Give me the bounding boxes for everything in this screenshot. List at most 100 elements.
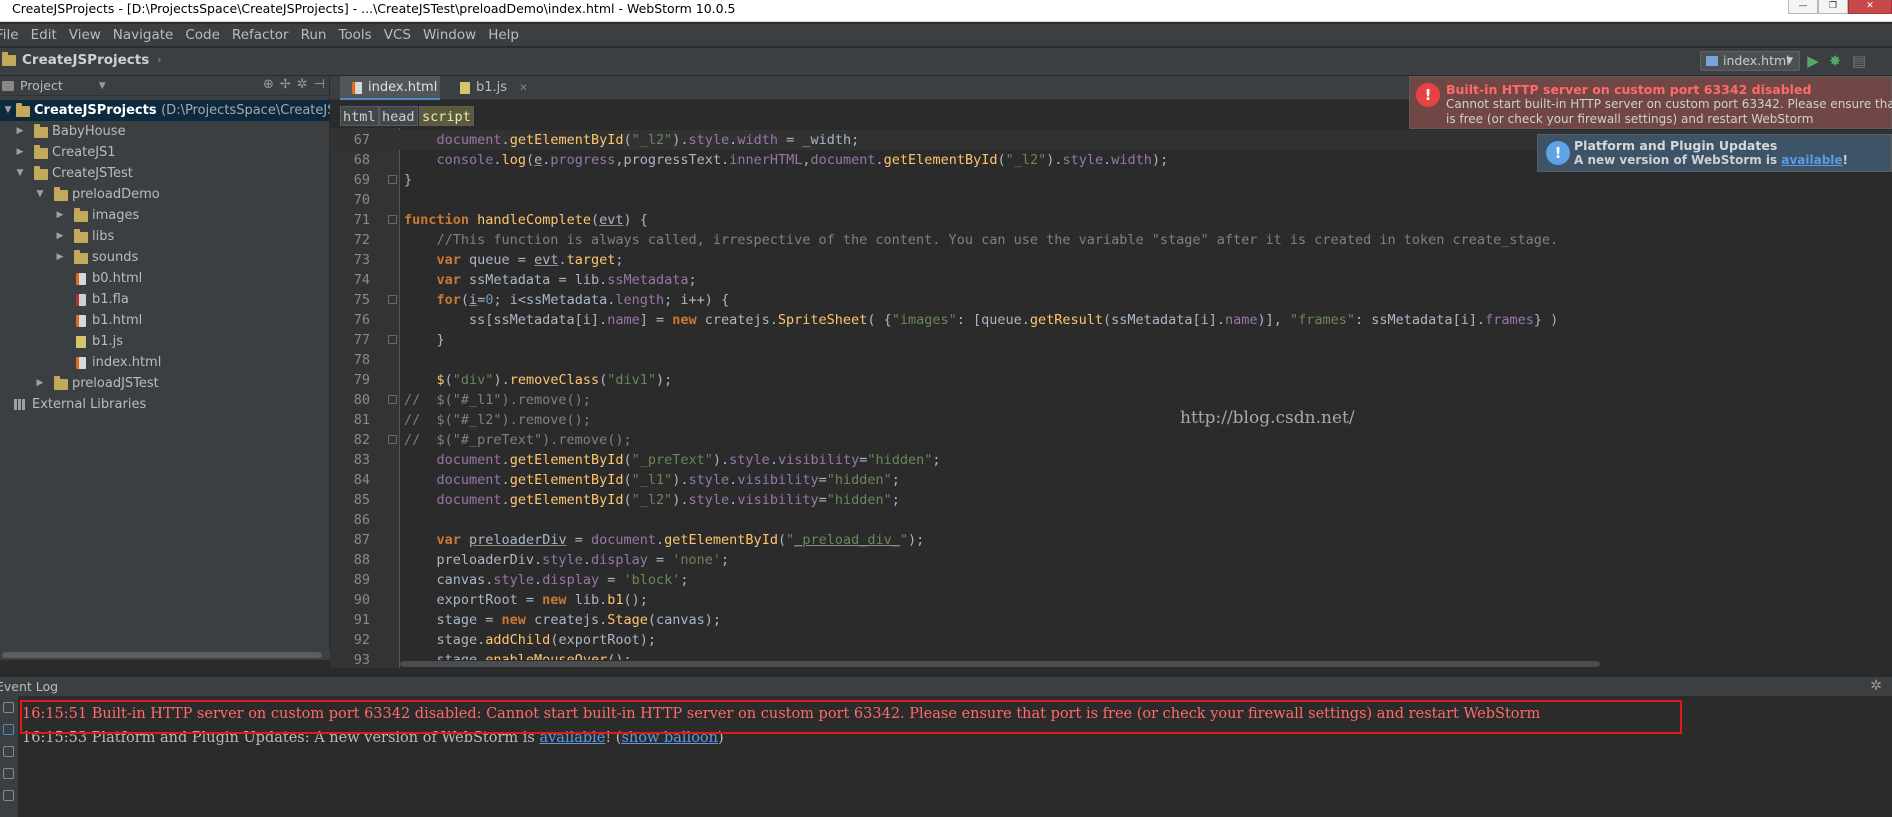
run-configuration-select[interactable]: index.html ▼	[1700, 51, 1800, 71]
tree-item-label: sounds	[92, 250, 139, 265]
tab-index-html[interactable]: index.html ✕	[340, 76, 440, 118]
collapsed-arrow-icon[interactable]: ▶	[54, 205, 66, 226]
project-horizontal-scrollbar[interactable]	[0, 650, 330, 660]
available-link[interactable]: available	[1781, 153, 1842, 167]
expanded-arrow-icon[interactable]: ▼	[14, 163, 26, 184]
breadcrumb-html[interactable]: html	[340, 106, 379, 126]
minimize-button[interactable]: —	[1788, 0, 1818, 14]
info-icon: !	[1546, 141, 1570, 165]
code-line: 84 document.getElementById("_l1").style.…	[330, 470, 1892, 490]
tree-item-label: b1.html	[92, 313, 143, 328]
project-view-icon	[2, 80, 14, 91]
project-view-select[interactable]: Project	[20, 78, 63, 93]
folder-icon	[34, 145, 48, 159]
collapsed-arrow-icon[interactable]: ▶	[14, 142, 26, 163]
menu-code[interactable]: Code	[179, 24, 226, 46]
tree-item-label: b1.fla	[92, 292, 129, 307]
clear-all-icon[interactable]	[3, 768, 14, 779]
menu-view[interactable]: View	[63, 24, 107, 46]
coverage-icon[interactable]: ▤	[1850, 52, 1868, 70]
tree-item-label: CreateJS1	[52, 145, 116, 160]
menu-vcs[interactable]: VCS	[378, 24, 417, 46]
fold-marker[interactable]	[388, 395, 397, 404]
run-icon[interactable]: ▶	[1804, 52, 1822, 70]
event-log-title[interactable]: Event Log	[0, 679, 58, 694]
tree-item-images[interactable]: ▶ images	[0, 205, 330, 226]
tree-item-external-libraries[interactable]: External Libraries	[0, 394, 330, 415]
tree-item-sounds[interactable]: ▶ sounds	[0, 247, 330, 268]
expanded-arrow-icon[interactable]: ▼	[34, 184, 46, 205]
line-number: 78	[353, 352, 370, 368]
tree-item-preloaddemo[interactable]: ▼ preloadDemo	[0, 184, 330, 205]
menu-window[interactable]: Window	[417, 24, 482, 46]
close-icon[interactable]: ✕	[519, 83, 527, 94]
tree-item-preloadjstest[interactable]: ▶ preloadJSTest	[0, 373, 330, 394]
code-editor[interactable]: 67 document.getElementById("_l2").style.…	[330, 128, 1892, 668]
notification-text: !	[1842, 153, 1849, 167]
expanded-arrow-icon[interactable]: ▼	[2, 100, 14, 121]
fold-marker[interactable]	[388, 215, 397, 224]
line-number: 69	[353, 172, 370, 188]
collapsed-arrow-icon[interactable]: ▶	[54, 226, 66, 247]
tree-item-b1-html[interactable]: b1.html	[0, 310, 330, 331]
pin-icon[interactable]	[3, 790, 14, 801]
line-number: 88	[353, 552, 370, 568]
folder-icon	[74, 250, 88, 264]
collapsed-arrow-icon[interactable]: ▶	[54, 247, 66, 268]
menu-refactor[interactable]: Refactor	[226, 24, 295, 46]
notification-text: A new version of WebStorm is	[1574, 153, 1782, 167]
menu-bar: File Edit View Navigate Code Refactor Ru…	[0, 24, 1892, 46]
tree-item-index-html[interactable]: index.html	[0, 352, 330, 373]
nav-breadcrumb[interactable]: CreateJSProjects ›	[2, 51, 161, 68]
js-file-icon	[460, 82, 470, 94]
fold-marker[interactable]	[388, 335, 397, 344]
tree-item-root[interactable]: ▼ CreateJSProjects (D:\ProjectsSpace\Cre…	[0, 100, 392, 121]
menu-help[interactable]: Help	[482, 24, 525, 46]
mark-read-icon[interactable]	[3, 724, 14, 735]
tree-item-createjstest[interactable]: ▼ CreateJSTest	[0, 163, 330, 184]
debug-icon[interactable]: ✸	[1826, 52, 1844, 70]
tree-item-label: b0.html	[92, 271, 143, 286]
menu-edit[interactable]: Edit	[25, 24, 63, 46]
error-notification-balloon[interactable]: ! Built-in HTTP server on custom port 63…	[1409, 76, 1892, 129]
menu-navigate[interactable]: Navigate	[107, 24, 180, 46]
fold-marker[interactable]	[388, 435, 397, 444]
code-line: 85 document.getElementById("_l2").style.…	[330, 490, 1892, 510]
line-number: 83	[353, 452, 370, 468]
collapsed-arrow-icon[interactable]: ▶	[14, 121, 26, 142]
breadcrumb-head[interactable]: head	[379, 106, 418, 126]
breadcrumb-script[interactable]: script	[419, 106, 474, 126]
soft-wrap-icon[interactable]	[3, 702, 14, 713]
tab-b1-js[interactable]: b1.js ✕	[448, 76, 528, 100]
tree-item-b0-html[interactable]: b0.html	[0, 268, 330, 289]
collapsed-arrow-icon[interactable]: ▶	[34, 373, 46, 394]
nav-crumb-label: CreateJSProjects	[22, 52, 150, 68]
fold-marker[interactable]	[388, 175, 397, 184]
gear-icon[interactable]: ✲	[297, 77, 308, 92]
tree-item-b1-fla[interactable]: b1.fla	[0, 289, 330, 310]
tree-item-label: preloadJSTest	[72, 376, 159, 391]
fold-marker[interactable]	[388, 295, 397, 304]
scroll-from-source-icon[interactable]: ⊕	[263, 77, 274, 92]
project-panel-toolbar: ⊕ ✢ ✲ ⊣	[263, 77, 325, 92]
tree-item-libs[interactable]: ▶ libs	[0, 226, 330, 247]
tree-item-createjs1[interactable]: ▶ CreateJS1	[0, 142, 330, 163]
gear-icon[interactable]: ✲	[1870, 678, 1882, 694]
tree-item-label: CreateJSProjects	[34, 103, 157, 118]
editor-horizontal-scrollbar[interactable]	[400, 660, 1892, 668]
tree-item-b1-js[interactable]: b1.js	[0, 331, 330, 352]
menu-tools[interactable]: Tools	[332, 24, 377, 46]
settings-icon[interactable]	[3, 746, 14, 757]
menu-file[interactable]: File	[0, 24, 25, 46]
folder-icon	[2, 51, 16, 66]
menu-run[interactable]: Run	[295, 24, 333, 46]
tree-item-babyhouse[interactable]: ▶ BabyHouse	[0, 121, 330, 142]
chevron-down-icon[interactable]: ▼	[99, 81, 106, 91]
line-number: 81	[353, 412, 370, 428]
run-config-label: index.html	[1723, 53, 1790, 68]
hide-panel-icon[interactable]: ⊣	[314, 77, 325, 92]
restore-button[interactable]: ❐	[1818, 0, 1848, 14]
collapse-all-icon[interactable]: ✢	[280, 77, 291, 92]
close-window-button[interactable]: ✕	[1848, 0, 1892, 14]
info-notification-balloon[interactable]: ! Platform and Plugin Updates A new vers…	[1537, 134, 1892, 172]
